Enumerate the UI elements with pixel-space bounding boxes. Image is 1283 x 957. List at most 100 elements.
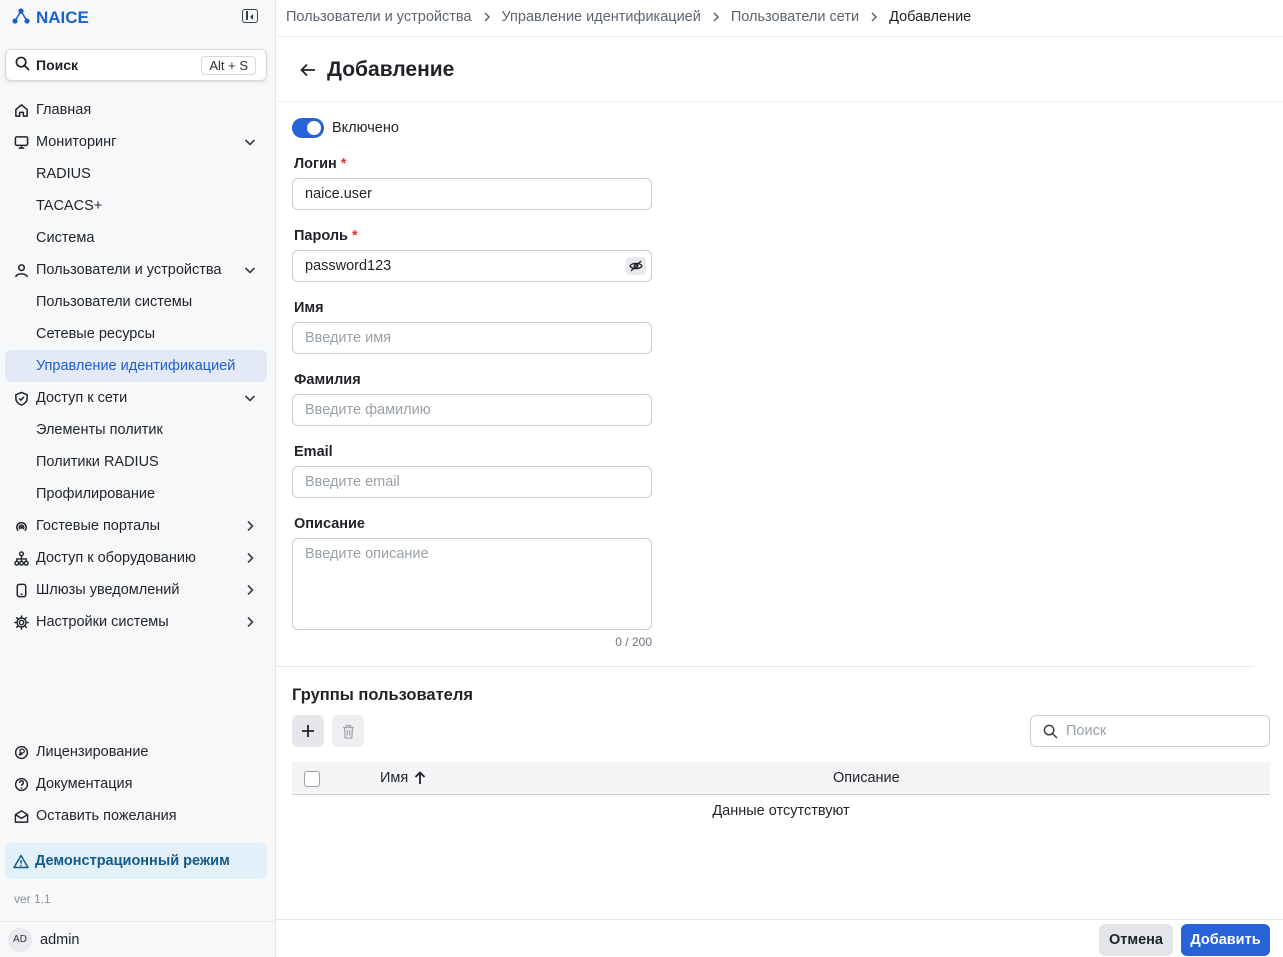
sidebar-item-radius-monitoring[interactable]: RADIUS (5, 158, 267, 190)
breadcrumb-item[interactable]: Пользователи и устройства (286, 9, 472, 25)
sidebar-item-label: Профилирование (36, 486, 156, 502)
groups-title: Группы пользователя (292, 686, 473, 704)
demo-mode-label: Демонстрационный режим (35, 853, 230, 869)
add-group-button[interactable] (292, 715, 324, 747)
sidebar-item-users-devices[interactable]: Пользователи и устройства (5, 254, 267, 286)
avatar: AD (8, 927, 32, 952)
chevron-right-icon (869, 12, 879, 22)
wifi-icon (13, 518, 30, 535)
last-name-label: Фамилия (294, 372, 361, 388)
login-label: Логин * (294, 156, 346, 172)
sidebar-item-system[interactable]: Система (5, 222, 267, 254)
last-name-field[interactable] (292, 394, 652, 426)
column-header-name[interactable]: Имя (380, 770, 426, 786)
breadcrumb-item[interactable]: Пользователи сети (731, 9, 859, 25)
monitor-icon (13, 134, 30, 151)
sidebar-item-licensing[interactable]: Лицензирование (5, 736, 267, 768)
sidebar-item-home[interactable]: Главная (5, 94, 267, 126)
home-icon (13, 102, 30, 119)
section-divider (276, 666, 1254, 667)
sidebar-item-label: Главная (36, 102, 92, 118)
network-icon (13, 550, 30, 567)
shield-check-icon (13, 390, 30, 407)
sidebar-item-label: Доступ к оборудованию (36, 550, 196, 566)
description-label: Описание (294, 516, 365, 532)
breadcrumb: Пользователи и устройства Управление иде… (286, 8, 971, 26)
collapse-sidebar-icon[interactable] (242, 9, 258, 23)
sidebar: NAICE Поиск Alt + S Главная Мониторинг R… (0, 0, 276, 957)
description-field[interactable] (292, 538, 652, 630)
user-icon (13, 262, 30, 279)
sidebar-item-label: Гостевые порталы (36, 518, 161, 534)
sidebar-item-notification-gateways[interactable]: Шлюзы уведомлений (5, 574, 267, 606)
search-icon (15, 56, 30, 74)
back-arrow-icon[interactable] (298, 60, 318, 80)
delete-group-button[interactable] (332, 715, 364, 747)
sidebar-item-label: Сетевые ресурсы (36, 326, 156, 342)
chevron-down-icon (244, 139, 256, 146)
sidebar-item-label: Лицензирование (36, 744, 149, 760)
sidebar-search-label: Поиск (36, 57, 79, 73)
sidebar-item-feedback[interactable]: Оставить пожелания (5, 800, 267, 832)
add-button[interactable]: Добавить (1181, 924, 1270, 956)
breadcrumb-item[interactable]: Управление идентификацией (502, 9, 701, 25)
nodes-icon (12, 7, 30, 29)
column-name-label: Имя (380, 770, 409, 786)
header-divider (276, 36, 1283, 37)
enabled-toggle-label: Включено (332, 120, 399, 136)
sidebar-item-guest-portals[interactable]: Гостевые порталы (5, 510, 267, 542)
license-icon (13, 744, 30, 761)
chevron-right-icon (247, 584, 254, 596)
footer-divider (276, 919, 1283, 920)
sidebar-item-label: Пользователи и устройства (36, 262, 222, 278)
sidebar-item-network-access[interactable]: Доступ к сети (5, 382, 267, 414)
app-name: NAICE (36, 8, 89, 27)
sidebar-item-label: Мониторинг (36, 134, 117, 150)
password-field[interactable] (292, 250, 652, 282)
help-icon (13, 776, 30, 793)
login-label-text: Логин (294, 156, 337, 172)
login-field[interactable] (292, 178, 652, 210)
sidebar-item-label: Документация (36, 776, 133, 792)
sidebar-item-label: TACACS+ (36, 198, 103, 214)
sort-ascending-icon (414, 771, 426, 785)
search-icon (1043, 724, 1058, 738)
user-menu[interactable]: AD admin (0, 921, 276, 957)
sidebar-item-profiling[interactable]: Профилирование (5, 478, 267, 510)
sidebar-item-system-settings[interactable]: Настройки системы (5, 606, 267, 638)
groups-search[interactable] (1030, 715, 1270, 747)
demo-mode-banner[interactable]: Демонстрационный режим (5, 843, 267, 879)
chevron-right-icon (247, 552, 254, 564)
password-label-text: Пароль (294, 228, 348, 244)
chevron-down-icon (244, 267, 256, 274)
search-shortcut: Alt + S (201, 55, 256, 75)
select-all-checkbox[interactable] (304, 771, 320, 787)
sidebar-item-identity-management[interactable]: Управление идентификацией (5, 350, 267, 382)
plus-icon (302, 725, 314, 737)
first-name-label: Имя (294, 300, 324, 316)
email-label: Email (294, 444, 333, 460)
sidebar-item-system-users[interactable]: Пользователи системы (5, 286, 267, 318)
column-header-description[interactable]: Описание (833, 770, 900, 786)
page-header: Добавление (298, 57, 454, 83)
eye-off-icon[interactable] (626, 257, 646, 275)
empty-table-message: Данные отсутствуют (712, 803, 850, 819)
cancel-button[interactable]: Отмена (1099, 924, 1173, 956)
sidebar-item-monitoring[interactable]: Мониторинг (5, 126, 267, 158)
sidebar-item-equipment-access[interactable]: Доступ к оборудованию (5, 542, 267, 574)
user-name: admin (40, 931, 80, 948)
gear-icon (13, 614, 30, 631)
email-field[interactable] (292, 466, 652, 498)
sidebar-item-label: Политики RADIUS (36, 454, 159, 470)
app-logo[interactable]: NAICE (12, 6, 89, 30)
sidebar-item-policy-elements[interactable]: Элементы политик (5, 414, 267, 446)
sidebar-item-tacacs[interactable]: TACACS+ (5, 190, 267, 222)
sidebar-search[interactable]: Поиск Alt + S (5, 49, 267, 81)
sidebar-item-network-resources[interactable]: Сетевые ресурсы (5, 318, 267, 350)
sidebar-item-radius-policies[interactable]: Политики RADIUS (5, 446, 267, 478)
sidebar-item-label: Пользователи системы (36, 294, 193, 310)
enabled-toggle[interactable] (292, 118, 324, 138)
sidebar-item-documentation[interactable]: Документация (5, 768, 267, 800)
first-name-field[interactable] (292, 322, 652, 354)
groups-search-input[interactable] (1066, 723, 1256, 739)
